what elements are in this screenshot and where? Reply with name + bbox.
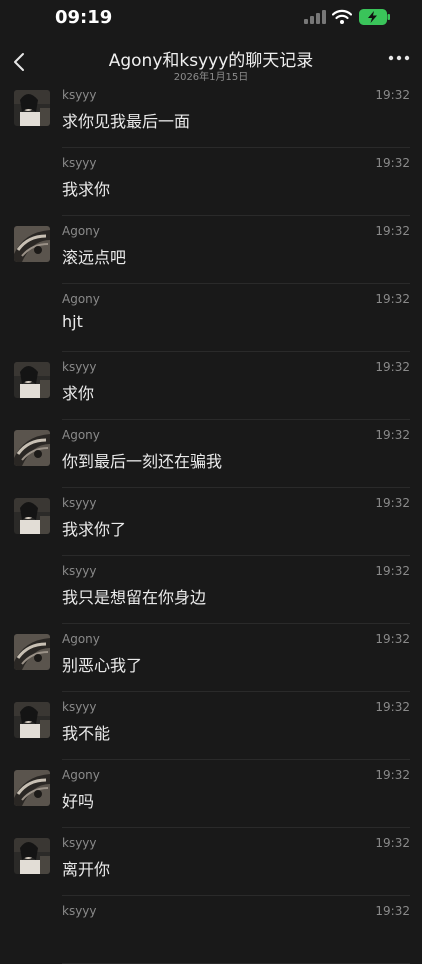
- message-row[interactable]: ksyyy 19:32 我不能: [0, 692, 422, 760]
- message-text: 我只是想留在你身边: [62, 588, 207, 607]
- sender-name: ksyyy: [62, 904, 97, 918]
- message-time: 19:32: [375, 360, 410, 374]
- message-row[interactable]: Agony 19:32 你到最后一刻还在骗我: [0, 420, 422, 488]
- message-row[interactable]: Agony 19:32 hjt: [0, 284, 422, 352]
- message-text: 你到最后一刻还在骗我: [62, 452, 223, 471]
- message-time: 19:32: [375, 292, 410, 306]
- message-text: 我不能: [62, 724, 111, 743]
- sender-name: ksyyy: [62, 700, 97, 714]
- sender-name: ksyyy: [62, 88, 97, 102]
- message-text: 求你见我最后一面: [62, 112, 191, 131]
- message-row[interactable]: ksyyy 19:32: [0, 896, 422, 964]
- sender-name: Agony: [62, 632, 100, 646]
- message-text: 好吗: [62, 792, 95, 811]
- message-row[interactable]: Agony 19:32 好吗: [0, 760, 422, 828]
- message-time: 19:32: [375, 836, 410, 850]
- message-time: 19:32: [375, 564, 410, 578]
- avatar[interactable]: [14, 430, 50, 466]
- message-time: 19:32: [375, 156, 410, 170]
- avatar[interactable]: [14, 226, 50, 262]
- sender-name: ksyyy: [62, 564, 97, 578]
- sender-name: Agony: [62, 768, 100, 782]
- avatar[interactable]: [14, 634, 50, 670]
- sender-name: Agony: [62, 224, 100, 238]
- sender-name: ksyyy: [62, 496, 97, 510]
- message-list[interactable]: ksyyy 19:32 求你见我最后一面 ksyyy 19:32 我求你 Agony 19:3…: [0, 80, 422, 964]
- message-time: 19:32: [375, 904, 410, 918]
- message-time: 19:32: [375, 632, 410, 646]
- avatar[interactable]: [14, 702, 50, 738]
- avatar[interactable]: [14, 838, 50, 874]
- message-row[interactable]: Agony 19:32 滚远点吧: [0, 216, 422, 284]
- message-time: 19:32: [375, 496, 410, 510]
- status-bar: 09:19: [0, 0, 422, 36]
- message-text: 我求你了: [62, 520, 127, 539]
- message-text: 求你: [62, 384, 95, 403]
- message-row[interactable]: ksyyy 19:32 我只是想留在你身边: [0, 556, 422, 624]
- message-text: 别恶心我了: [62, 656, 143, 675]
- sender-name: ksyyy: [62, 836, 97, 850]
- message-time: 19:32: [375, 224, 410, 238]
- message-row[interactable]: ksyyy 19:32 我求你了: [0, 488, 422, 556]
- message-row[interactable]: Agony 19:32 别恶心我了: [0, 624, 422, 692]
- cellular-signal-icon: [304, 10, 326, 24]
- more-options-icon[interactable]: [388, 54, 410, 62]
- message-row[interactable]: ksyyy 19:32 求你见我最后一面: [0, 80, 422, 148]
- message-row[interactable]: ksyyy 19:32 求你: [0, 352, 422, 420]
- sender-name: ksyyy: [62, 360, 97, 374]
- avatar[interactable]: [14, 498, 50, 534]
- message-text: 离开你: [62, 860, 111, 879]
- sender-name: ksyyy: [62, 156, 97, 170]
- message-row[interactable]: ksyyy 19:32 我求你: [0, 148, 422, 216]
- message-text: hjt: [62, 312, 83, 331]
- message-time: 19:32: [375, 88, 410, 102]
- sender-name: Agony: [62, 292, 100, 306]
- avatar[interactable]: [14, 362, 50, 398]
- avatar[interactable]: [14, 770, 50, 806]
- wifi-icon: [332, 9, 352, 24]
- message-time: 19:32: [375, 700, 410, 714]
- battery-charging-icon: [359, 9, 390, 25]
- message-time: 19:32: [375, 428, 410, 442]
- message-text: 滚远点吧: [62, 248, 127, 267]
- sender-name: Agony: [62, 428, 100, 442]
- message-row[interactable]: ksyyy 19:32 离开你: [0, 828, 422, 896]
- avatar[interactable]: [14, 90, 50, 126]
- message-text: 我求你: [62, 180, 111, 199]
- status-time: 09:19: [55, 7, 113, 28]
- message-time: 19:32: [375, 768, 410, 782]
